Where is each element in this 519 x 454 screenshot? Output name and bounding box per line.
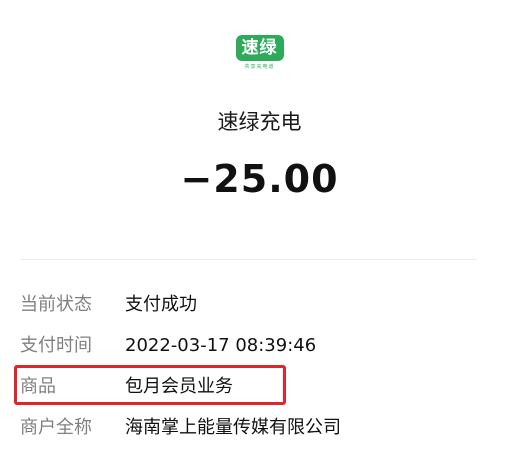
detail-row-status: 当前状态 支付成功 — [20, 284, 499, 325]
detail-row-merchant-name: 商户全称 海南掌上能量传媒有限公司 — [20, 407, 499, 448]
detail-label: 商户全称 — [20, 417, 92, 438]
product-row-highlight-annotation — [14, 365, 286, 405]
payment-amount: −25.00 — [180, 157, 339, 201]
detail-row-payment-time: 支付时间 2022-03-17 08:39:46 — [20, 325, 499, 366]
detail-value: 2022-03-17 08:39:46 — [125, 335, 317, 356]
detail-value: 海南掌上能量传媒有限公司 — [125, 417, 341, 438]
brand-logo-subtitle: 共享充电道 — [244, 64, 275, 70]
merchant-title: 速绿充电 — [217, 110, 302, 134]
detail-label: 支付时间 — [20, 335, 92, 356]
brand-logo-badge: 速绿 — [235, 35, 284, 61]
detail-value: 支付成功 — [125, 294, 197, 315]
divider — [20, 259, 477, 260]
brand-logo: 速绿 共享充电道 — [230, 35, 290, 75]
detail-label: 当前状态 — [20, 294, 92, 315]
